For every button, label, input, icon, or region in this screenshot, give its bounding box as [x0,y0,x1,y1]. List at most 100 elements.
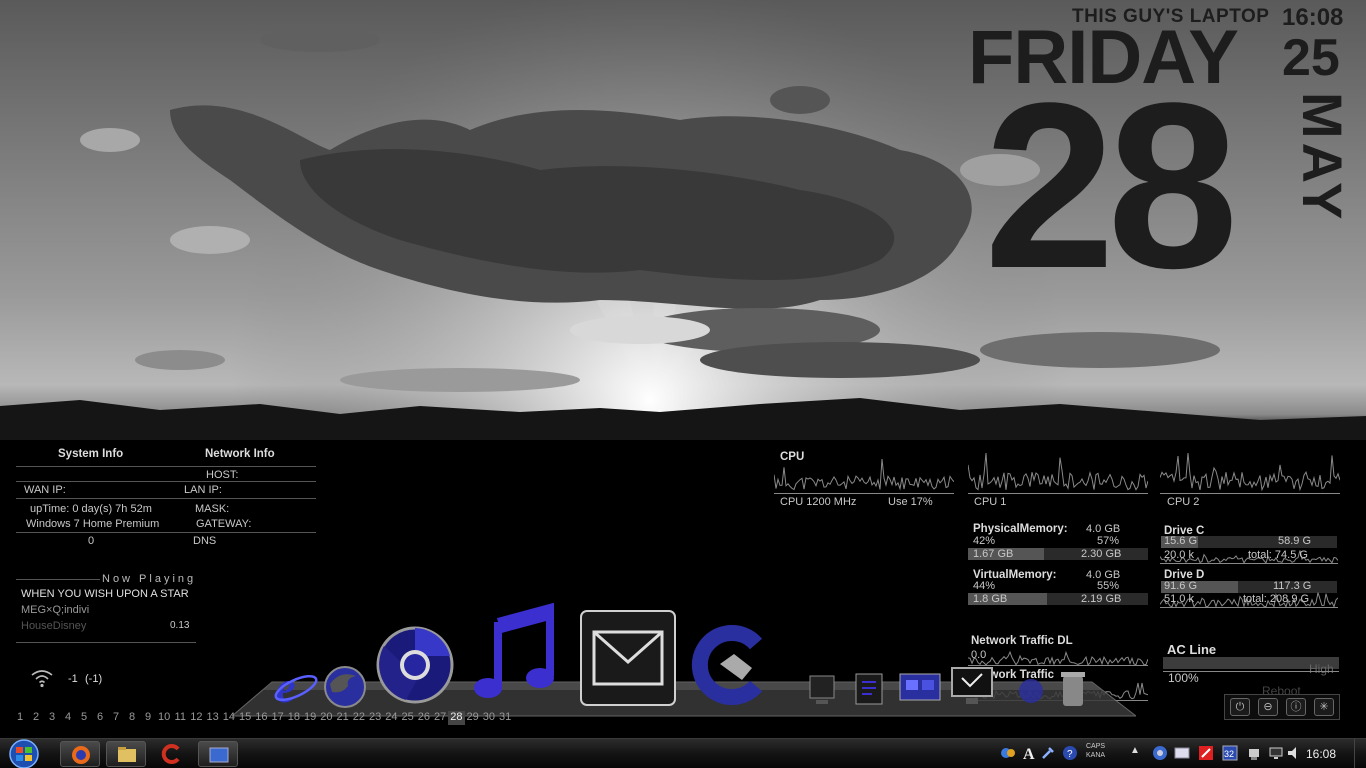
calendar-day: 5 [80,711,88,723]
drive-d-activity: 51.0 k [1164,593,1194,605]
calendar-day: 23 [369,711,382,723]
wifi-icon [31,670,53,688]
app-window-icon [209,747,229,763]
calendar-day: 22 [352,711,365,723]
help-icon[interactable]: ? [1062,745,1078,761]
virtual-memory-free-pct: 55% [1097,580,1120,592]
network-tray-icon[interactable] [1268,745,1284,761]
system-info-title: System Info [58,448,124,460]
divider [16,481,316,482]
cpu-graph [774,458,954,491]
taskbar-ccleaner[interactable] [152,741,192,767]
recycle-bin-icon[interactable] [1060,670,1086,708]
document-icon[interactable] [850,670,890,708]
calendar-day: 6 [96,711,104,723]
network-dl-label: Network Traffic DL [971,635,1073,647]
calendar-days-row: 1 2 3 4 5 6 7 8 9 10 11 12 13 14 15 16 17 18 19 20 21 22 23 24 2… [12,711,513,725]
folder-icon [118,747,136,762]
power-plug-icon[interactable] [1246,745,1262,761]
firefox-icon[interactable] [322,664,368,710]
show-hidden-icons-chevron-up-icon[interactable]: ▲ [1130,745,1140,756]
calendar-day: 1 [16,711,24,723]
physical-memory-free-pct: 57% [1097,535,1120,547]
physical-memory-total: 4.0 GB [1086,523,1121,535]
sleep-button[interactable]: ⓘ [1286,698,1306,716]
kana-label: KANA [1086,752,1106,759]
cpu-core1-graph [968,452,1148,491]
track-artist: MEG×Q;indivi [21,604,90,616]
taskbar-explorer[interactable] [106,741,146,767]
track-position: 0.13 [170,620,190,631]
calendar-day: 12 [190,711,203,723]
track-title[interactable]: WHEN YOU WISH UPON A STAR [21,588,189,600]
calendar-day: 3 [48,711,56,723]
update-icon[interactable] [1152,745,1168,761]
internet-explorer-icon[interactable]: e [272,662,318,708]
ccleaner-icon[interactable] [686,624,768,706]
font-icon[interactable]: A [1020,745,1036,761]
computer-icon[interactable] [806,672,840,708]
calendar-day: 7 [112,711,120,723]
svg-text:32: 32 [1224,749,1234,759]
graph-baseline [1160,563,1338,564]
calendar-day: 11 [174,711,186,723]
divider [16,466,316,467]
music-note-icon[interactable] [472,602,558,702]
info-icon: ⓘ [1290,701,1302,713]
ime-icon[interactable] [1000,745,1016,761]
calendar-day: 30 [482,711,495,723]
calendar-day: 10 [158,711,171,723]
taskbar-clock[interactable]: 16:08 [1306,747,1336,761]
network-icon[interactable] [1014,676,1048,706]
star-burst-icon: ✳ [1319,701,1329,713]
day-number-large: 28 [984,54,1238,318]
reboot-button[interactable]: ✳ [1314,698,1334,716]
host-label: HOST: [206,469,239,481]
calendar-day: 16 [255,711,268,723]
cpu-frequency: CPU 1200 MHz [780,496,857,508]
gadgets-icon[interactable] [896,668,946,708]
graph-baseline [774,493,954,494]
divider [16,532,316,533]
calendar-day: 17 [271,711,284,723]
dns-label: DNS [193,535,217,547]
clock-time: 16:08 [1282,4,1344,31]
os-name: Windows 7 Home Premium [26,518,160,530]
calendar-day: 18 [287,711,300,723]
message-icon[interactable] [1174,745,1190,761]
show-desktop-button[interactable] [1354,739,1366,768]
track-album: HouseDisney [21,620,87,632]
cpu-usage: Use 17% [888,496,933,508]
calendar-day: 28 [448,711,465,725]
divider [16,579,100,580]
start-button[interactable] [4,739,44,768]
taskbar-app[interactable] [198,741,238,767]
power-controls: ⏻ ⊖ ⓘ ✳ [1224,694,1340,720]
logoff-button[interactable]: ⊖ [1258,698,1278,716]
calendar-day: 13 [206,711,219,723]
physical-memory-used: 1.67 GB [973,548,1014,560]
virtual-memory-used-pct: 44% [973,580,996,592]
volume-icon[interactable] [1286,745,1302,761]
activity-line [1160,452,1340,492]
power-source-label: AC Line [1167,642,1217,657]
wifi-signal: -1 [68,673,78,685]
chrome-icon[interactable] [376,626,454,704]
cpu-core2-label: CPU 2 [1167,496,1200,508]
antivirus-icon[interactable] [1198,745,1214,761]
activity-line [968,650,1148,666]
activity-line [774,458,954,491]
ime-32-icon[interactable]: 32 [1222,745,1238,761]
graph-baseline [1160,493,1340,494]
taskbar-firefox[interactable] [60,741,100,767]
mail-icon[interactable] [580,610,676,706]
caps-lock-label: CAPS [1086,743,1106,750]
calendar-day: 4 [64,711,72,723]
minus-icon: ⊖ [1263,701,1273,713]
power-icon: ⏻ [1235,701,1245,713]
virtual-memory-free: 2.19 GB [1081,593,1122,605]
tools-icon[interactable] [1040,745,1056,761]
monitor-icon[interactable] [948,664,996,708]
shutdown-button[interactable]: ⏻ [1230,698,1250,716]
activity-line [968,452,1148,491]
